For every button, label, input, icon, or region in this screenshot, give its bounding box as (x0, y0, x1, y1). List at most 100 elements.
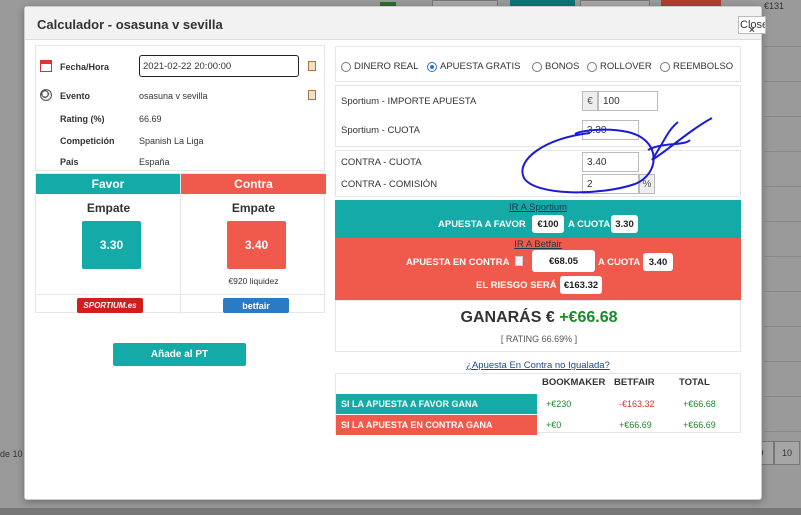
odds-panel: Favor Empate 3.30 Contra Empate 3.40 €92… (35, 173, 326, 314)
betfair-value: -€163.32 (619, 399, 655, 409)
contra-cuota: 3.40 (643, 253, 673, 271)
contra-liquidity: €920 liquidez (228, 276, 279, 286)
football-icon (40, 89, 52, 101)
total-value: +€66.68 (683, 399, 716, 409)
radio-button[interactable] (532, 61, 542, 72)
competicion-value: Spanish La Liga (139, 136, 204, 146)
evento-label: Evento (60, 91, 91, 101)
favor-header: Favor (36, 174, 180, 194)
table-row: SI LA APUESTA A FAVOR GANA +€230 -€163.3… (336, 394, 742, 414)
sportium-form: Sportium - IMPORTE APUESTA € Sportium - … (335, 85, 741, 147)
col-bookmaker: BOOKMAKER (542, 377, 606, 388)
total-value: +€66.69 (683, 420, 716, 430)
summary-table: BOOKMAKER BETFAIR TOTAL SI LA APUESTA A … (335, 373, 742, 435)
competicion-label: Competición (60, 136, 115, 146)
radio-button[interactable] (587, 61, 597, 72)
ganaras-panel: GANARÁS € +€66.68 [ RATING 66.69% ] (335, 300, 741, 352)
competicion-row: Competición Spanish La Liga (36, 134, 326, 150)
pais-row: País España (36, 155, 326, 171)
comision-input[interactable] (582, 174, 639, 194)
fecha-input[interactable] (139, 55, 299, 77)
fecha-row: Fecha/Hora (36, 55, 326, 77)
contra-outcome: Empate (231, 201, 276, 215)
currency-addon: € (582, 91, 598, 111)
ir-sportium-link[interactable]: IR A Sportium (335, 202, 741, 213)
radio-dinero-real[interactable]: DINERO REAL (341, 61, 418, 72)
col-betfair: BETFAIR (614, 377, 655, 388)
favor-odds: 3.30 (82, 221, 141, 269)
radio-label: BONOS (545, 61, 580, 72)
favor-line-label: APUESTA A FAVOR (438, 219, 526, 230)
importe-input[interactable] (598, 91, 658, 111)
bg-table-lines (764, 12, 801, 432)
event-info-panel: Fecha/Hora Evento osasuna v sevilla Rati… (35, 45, 325, 171)
calendar-icon (40, 60, 52, 72)
bookmaker-value: +€230 (546, 399, 572, 409)
rating-label: Rating (%) (60, 114, 105, 124)
add-to-pt-button[interactable]: Añade al PT (113, 343, 246, 366)
row-label: SI LA APUESTA A FAVOR GANA (336, 394, 537, 414)
betfair-logo[interactable]: betfair (223, 298, 289, 313)
copy-icon[interactable] (308, 90, 316, 100)
pais-value: España (139, 157, 170, 167)
contra-column: Contra Empate 3.40 €920 liquidez (181, 174, 326, 314)
evento-value: osasuna v sevilla (139, 91, 208, 101)
radio-button[interactable] (660, 61, 670, 72)
contra-line-label: APUESTA EN CONTRA (406, 257, 510, 268)
bg-pagination-info: de 10 (0, 449, 23, 459)
radio-button[interactable] (427, 61, 437, 72)
cuota-label: Sportium - CUOTA (341, 125, 421, 136)
comision-row: CONTRA - COMISIÓN % (336, 174, 742, 194)
percent-addon: % (639, 174, 655, 194)
radio-apuesta-gratis[interactable]: APUESTA GRATIS (427, 61, 520, 72)
logo-row: SPORTIUM.es betfair (36, 294, 326, 314)
radio-reembolso[interactable]: REEMBOLSO (660, 61, 733, 72)
copy-icon[interactable] (515, 256, 523, 266)
modal-title: Calculador - osasuna v sevilla (37, 17, 223, 32)
favor-cuota-label: A CUOTA (568, 219, 611, 230)
rating-text: [ RATING 66.69% ] (500, 334, 578, 344)
contra-form: CONTRA - CUOTA CONTRA - COMISIÓN % (335, 150, 741, 197)
contra-cuota-label: CONTRA - CUOTA (341, 157, 422, 168)
favor-stake: €100 (532, 215, 564, 233)
calculator-modal: Calculador - osasuna v sevilla Close × F… (24, 6, 766, 500)
bg-page-10: 10 (774, 441, 800, 465)
riesgo-value: €163.32 (560, 276, 602, 294)
cuota-input[interactable] (582, 120, 639, 140)
col-total: TOTAL (679, 377, 710, 388)
row-label: SI LA APUESTA EN CONTRA GANA (336, 415, 537, 435)
evento-row: Evento osasuna v sevilla (36, 89, 326, 105)
contra-cuota-input[interactable] (582, 152, 639, 172)
close-icon[interactable]: × (749, 25, 755, 36)
favor-cuota: 3.30 (611, 215, 638, 233)
riesgo-label: EL RIESGO SERÁ (476, 280, 557, 291)
radio-button[interactable] (341, 61, 351, 72)
ir-betfair-link[interactable]: IR A Betfair (335, 239, 741, 250)
sportium-logo[interactable]: SPORTIUM.es (77, 298, 143, 313)
radio-bonos[interactable]: BONOS (532, 61, 579, 72)
rating-value: 66.69 (139, 114, 162, 124)
modal-header: Calculador - osasuna v sevilla Close × (25, 7, 766, 40)
radio-label: DINERO REAL (354, 61, 419, 72)
radio-label: REEMBOLSO (673, 61, 734, 72)
comision-label: CONTRA - COMISIÓN (341, 179, 438, 190)
rating-row: Rating (%) 66.69 (36, 112, 326, 128)
contra-cuota-row: CONTRA - CUOTA (336, 152, 742, 172)
cuota-row: Sportium - CUOTA (336, 120, 742, 140)
pais-label: País (60, 157, 79, 167)
bookmaker-value: +€0 (546, 420, 562, 430)
ganaras-text: GANARÁS € +€66.68 (336, 309, 742, 327)
sportium-result: IR A Sportium APUESTA A FAVOR €100 A CUO… (335, 200, 741, 238)
fecha-label: Fecha/Hora (60, 62, 110, 72)
importe-label: Sportium - IMPORTE APUESTA (341, 96, 477, 107)
copy-icon[interactable] (308, 61, 316, 71)
favor-outcome: Empate (86, 201, 131, 215)
favor-column: Favor Empate 3.30 (36, 174, 181, 314)
no-igualada-link[interactable]: ¿Apuesta En Contra no Igualada? (335, 360, 741, 371)
radio-label: ROLLOVER (600, 61, 652, 72)
bg-value: €131 (764, 1, 785, 11)
ganaras-label: GANARÁS € (460, 309, 555, 326)
contra-stake: €68.05 (532, 250, 595, 272)
radio-rollover[interactable]: ROLLOVER (587, 61, 652, 72)
contra-header: Contra (181, 174, 326, 194)
